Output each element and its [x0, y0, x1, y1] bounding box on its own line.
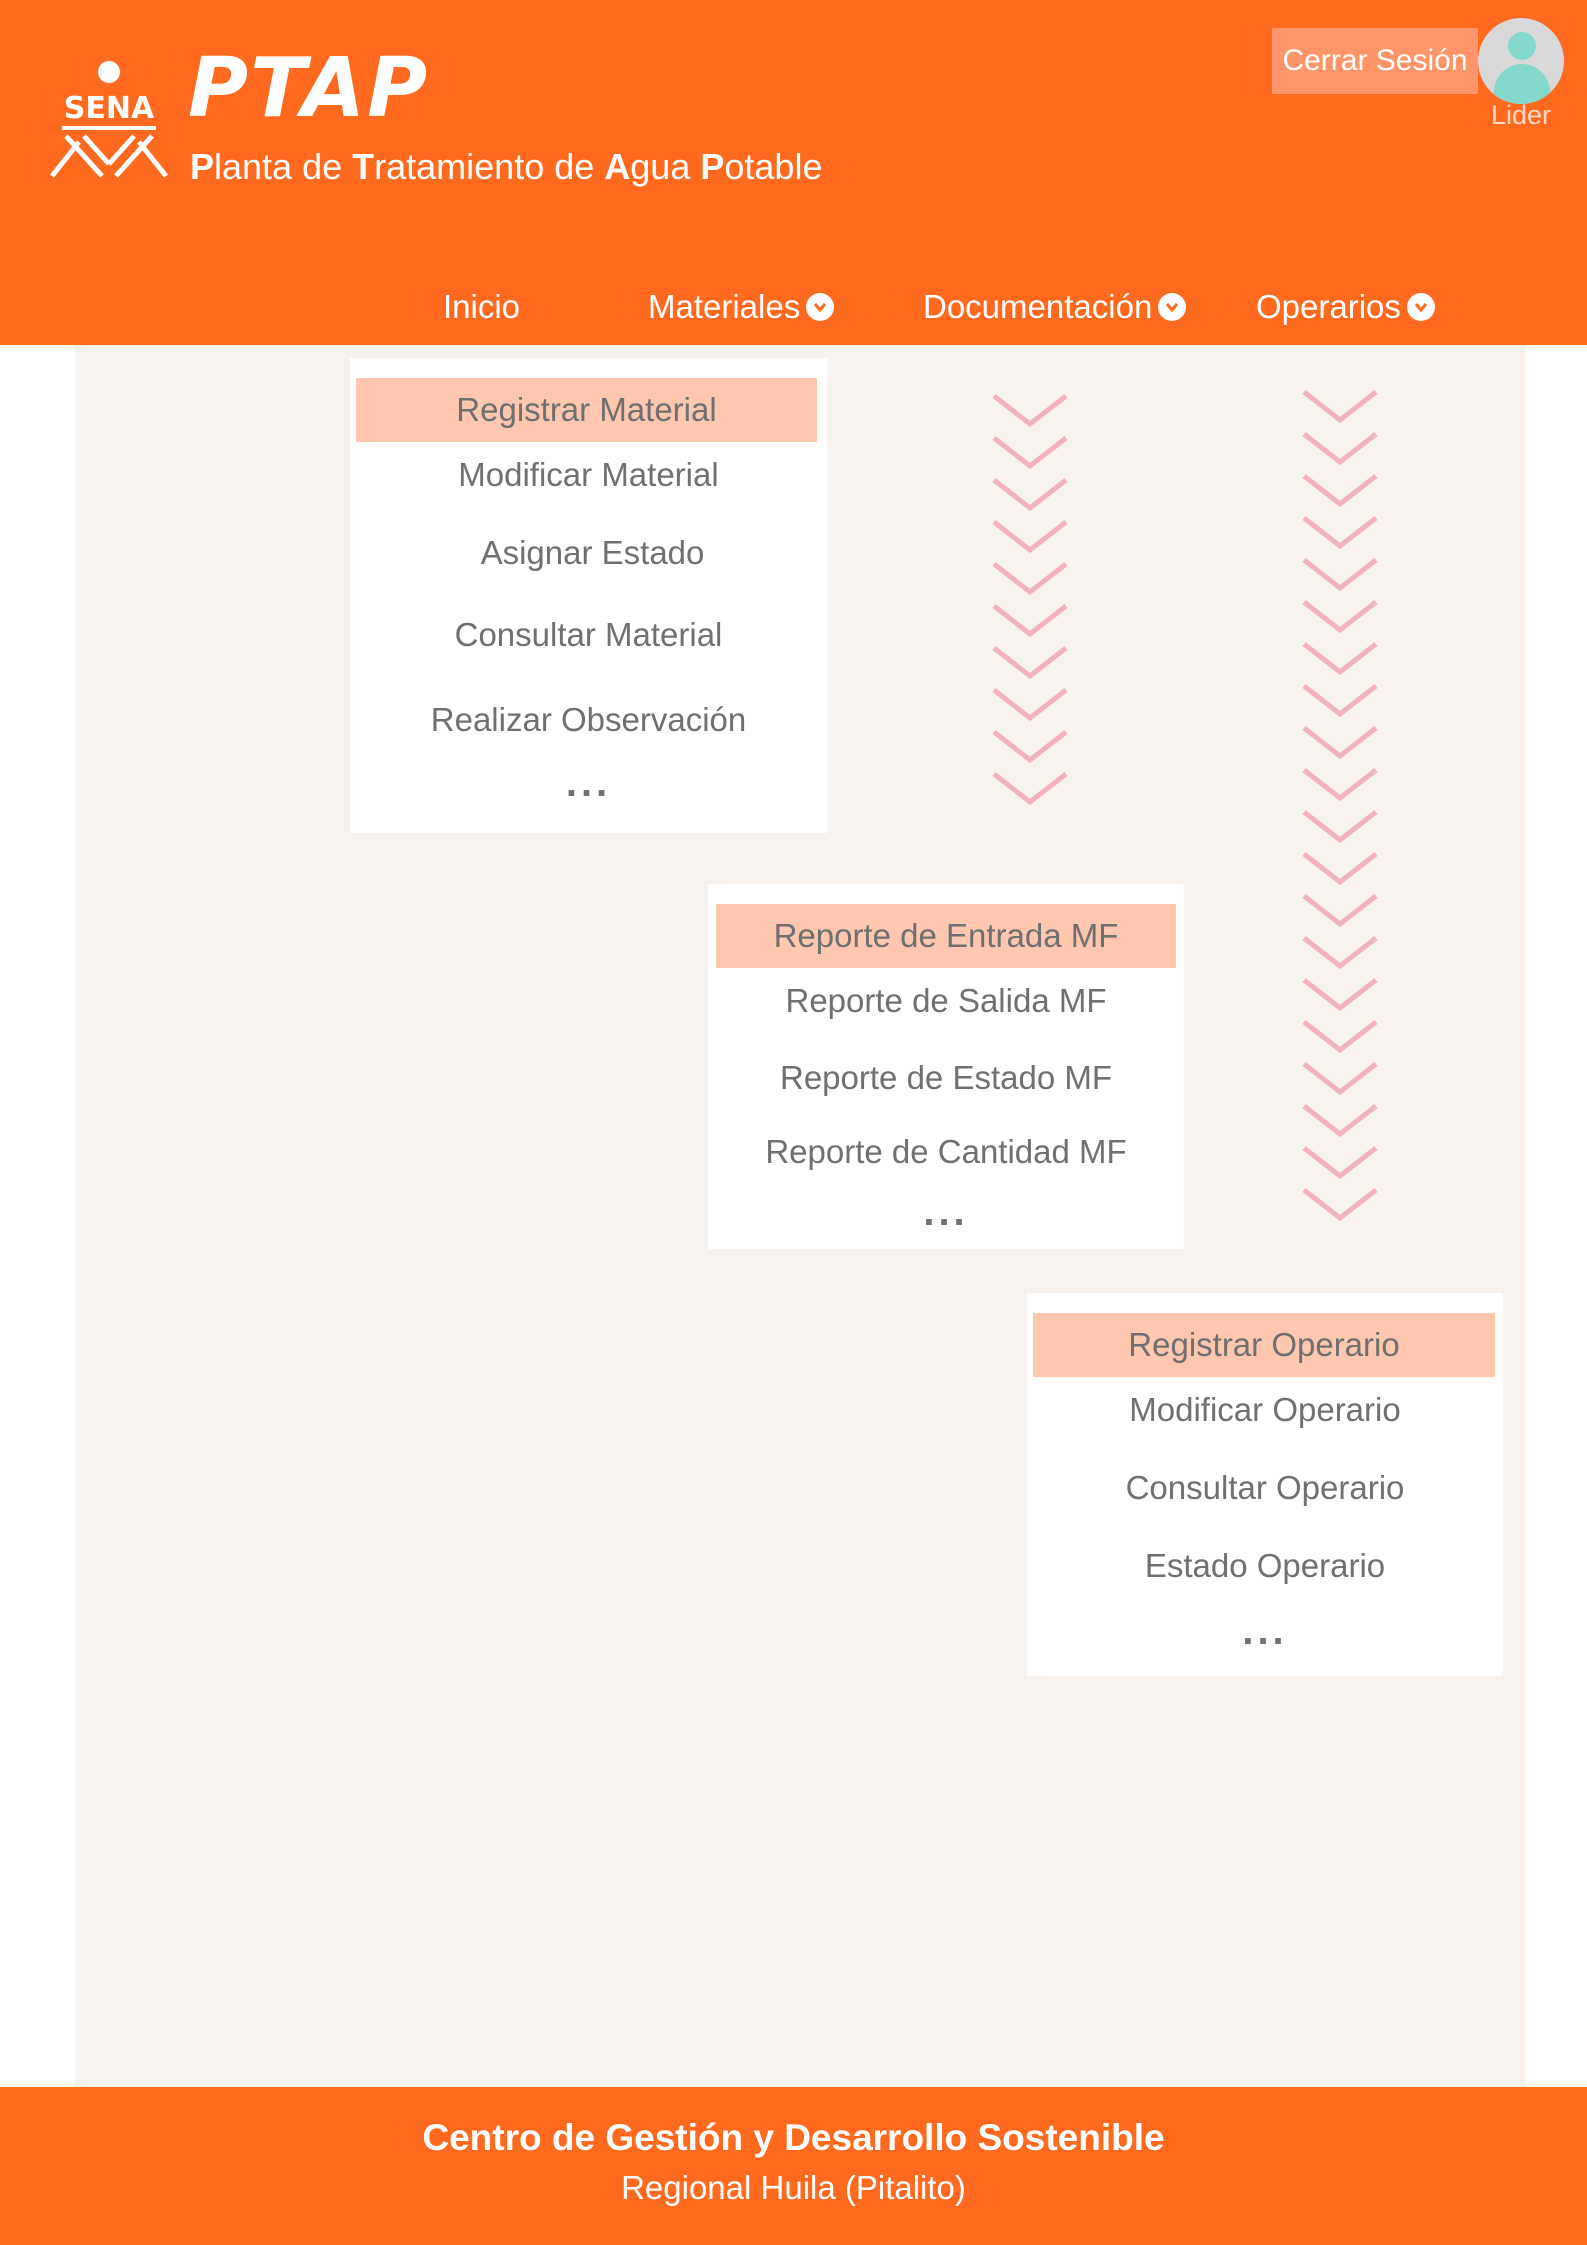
menu-item-reporte-cantidad[interactable]: Reporte de Cantidad MF	[708, 1133, 1184, 1171]
menu-item-realizar-observacion[interactable]: Realizar Observación	[350, 701, 827, 739]
app-title: PTAP	[188, 41, 430, 136]
subtitle-word: lanta de	[214, 146, 353, 187]
subtitle-word: gua	[630, 146, 701, 187]
nav-materiales[interactable]: Materiales	[648, 288, 835, 326]
sena-logo-text: SENA	[64, 91, 155, 126]
menu-item-registrar-operario[interactable]: Registrar Operario	[1033, 1313, 1495, 1377]
materiales-dropdown: Registrar Material Modificar Material As…	[350, 358, 827, 833]
menu-item-consultar-material[interactable]: Consultar Material	[350, 616, 827, 654]
user-role-label: Lider	[1490, 100, 1552, 130]
menu-item-consultar-operario[interactable]: Consultar Operario	[1027, 1469, 1503, 1507]
menu-item-reporte-salida[interactable]: Reporte de Salida MF	[708, 982, 1184, 1020]
subtitle-word: ratamiento de	[374, 146, 605, 187]
user-avatar-icon[interactable]	[1478, 18, 1564, 104]
footer: Centro de Gestión y Desarrollo Sostenibl…	[0, 2087, 1587, 2245]
subtitle-initial: T	[352, 146, 375, 187]
menu-item-reporte-entrada[interactable]: Reporte de Entrada MF	[716, 904, 1176, 968]
footer-subtitle: Regional Huila (Pitalito)	[621, 2169, 966, 2206]
nav-materiales-label: Materiales	[648, 288, 801, 325]
chevron-down-icon[interactable]	[1158, 293, 1187, 321]
subtitle-initial: P	[190, 146, 215, 187]
menu-item-registrar-material[interactable]: Registrar Material	[356, 378, 817, 442]
nav-documentacion[interactable]: Documentación	[923, 288, 1187, 326]
chevrons-operarios-icon	[1302, 390, 1378, 1222]
nav-inicio[interactable]: Inicio	[443, 288, 520, 326]
menu-item-asignar-estado[interactable]: Asignar Estado	[354, 534, 831, 572]
nav-operarios-label: Operarios	[1256, 288, 1401, 325]
subtitle-word: otable	[724, 146, 823, 187]
logout-button[interactable]: Cerrar Sesión	[1272, 28, 1478, 94]
operarios-dropdown: Registrar Operario Modificar Operario Co…	[1027, 1293, 1503, 1676]
subtitle-initial: P	[700, 146, 725, 187]
subtitle-initial: A	[604, 146, 631, 187]
more-options-icon[interactable]: ...	[708, 1192, 1184, 1232]
menu-item-reporte-estado[interactable]: Reporte de Estado MF	[708, 1059, 1184, 1097]
documentacion-dropdown: Reporte de Entrada MF Reporte de Salida …	[708, 884, 1184, 1249]
nav-inicio-label: Inicio	[443, 288, 521, 325]
app-subtitle: Planta de Tratamiento de Agua Potable	[190, 146, 822, 188]
avatar-head	[1508, 32, 1536, 60]
chevrons-documentacion-icon	[992, 394, 1068, 806]
menu-item-modificar-material[interactable]: Modificar Material	[350, 456, 827, 494]
more-options-icon[interactable]: ...	[1027, 1611, 1503, 1651]
header: SENA PTAP Planta de Tratamiento de Agua …	[0, 0, 1587, 345]
more-options-icon[interactable]: ...	[350, 763, 827, 803]
menu-item-modificar-operario[interactable]: Modificar Operario	[1027, 1391, 1503, 1429]
menu-item-estado-operario[interactable]: Estado Operario	[1027, 1547, 1503, 1585]
footer-title: Centro de Gestión y Desarrollo Sostenibl…	[422, 2117, 1165, 2158]
sena-logo: SENA	[50, 61, 168, 178]
chevron-down-icon[interactable]	[806, 293, 835, 321]
nav-documentacion-label: Documentación	[923, 288, 1153, 325]
chevron-down-icon[interactable]	[1406, 293, 1435, 321]
nav-operarios[interactable]: Operarios	[1256, 288, 1435, 326]
avatar-torso	[1494, 64, 1550, 104]
